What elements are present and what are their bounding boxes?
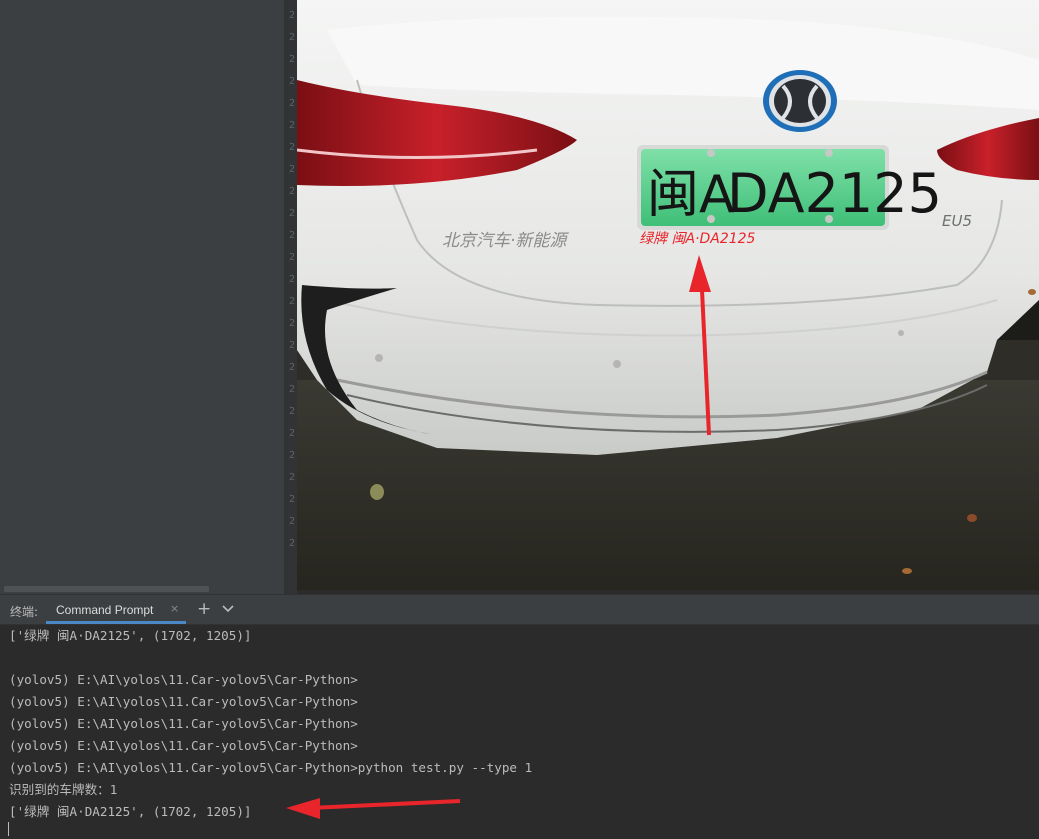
terminal-tab-bar: 终端: Command Prompt × + [0,595,1039,625]
gutter-line-number: 2 [289,340,296,351]
close-icon[interactable]: × [170,602,179,615]
detection-label: 绿牌 闽A·DA2125 [639,231,756,247]
tab-command-prompt[interactable]: Command Prompt × [46,595,186,624]
annotation-arrow [286,798,461,819]
gutter-line-number: 2 [289,406,296,417]
gutter-line-number: 2 [289,208,296,219]
terminal-title: 终端: [10,605,39,619]
gutter-line-number: 2 [289,274,296,285]
gutter-line-number: 2 [289,142,296,153]
project-sidebar [0,0,285,594]
terminal-line: (yolov5) E:\AI\yolos\11.Car-yolov5\Car-P… [9,738,358,753]
chevron-down-icon[interactable] [222,602,234,614]
terminal-line: ['绿牌 闽A·DA2125', (1702, 1205)] [9,628,252,643]
plate-main-text: DA2125 [727,162,942,225]
gutter-line-number: 2 [289,76,296,87]
gutter-line-number: 2 [289,494,296,505]
new-terminal-button[interactable]: + [197,599,211,619]
gutter-line-number: 2 [289,450,296,461]
gutter-line-number: 2 [289,164,296,175]
gutter-line-number: 2 [289,230,296,241]
gutter-line-number: 2 [289,120,296,131]
gutter-line-number: 2 [289,318,296,329]
gutter-line-number: 2 [289,252,296,263]
terminal-line: (yolov5) E:\AI\yolos\11.Car-yolov5\Car-P… [9,716,358,731]
terminal-cursor [8,822,9,836]
gutter-line-number: 2 [289,32,296,43]
terminal-line: (yolov5) E:\AI\yolos\11.Car-yolov5\Car-P… [9,672,358,687]
car-photo: 闽A DA2125 北京汽车·新能源 EU5 绿牌 闽A·DA2125 [297,0,1039,590]
gutter-line-number: 2 [289,516,296,527]
gutter-line-number: 2 [289,98,296,109]
tab-label: Command Prompt [56,603,154,617]
terminal-panel: 终端: Command Prompt × + ['绿牌 闽A·DA2125', … [0,594,1039,839]
gutter-line-number: 2 [289,538,296,549]
gutter-line-number: 2 [289,296,296,307]
plate-prefix-text: 闽A [647,165,735,225]
gutter-line-number: 2 [289,428,296,439]
gutter-line-number: 2 [289,10,296,21]
terminal-line: (yolov5) E:\AI\yolos\11.Car-yolov5\Car-P… [9,760,533,775]
gutter-line-number: 2 [289,54,296,65]
gutter-line-number: 2 [289,362,296,373]
gutter-line-number: 2 [289,186,296,197]
car-badge-text: 北京汽车·新能源 [442,231,569,251]
model-badge-text: EU5 [942,212,972,230]
gutter-line-number: 2 [289,384,296,395]
terminal-line: (yolov5) E:\AI\yolos\11.Car-yolov5\Car-P… [9,694,358,709]
gutter-line-number: 2 [289,472,296,483]
terminal-output[interactable]: ['绿牌 闽A·DA2125', (1702, 1205)] (yolov5) E… [9,625,532,823]
sidebar-horizontal-scrollbar[interactable] [4,586,209,592]
